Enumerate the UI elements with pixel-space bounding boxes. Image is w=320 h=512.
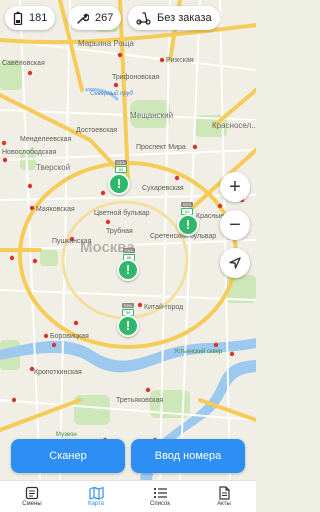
scooter-marker[interactable]: ! (117, 315, 139, 337)
map-label-ustinsky: Устьинский сквер (174, 349, 223, 355)
battery-icon (13, 11, 23, 25)
map-label-meshchansky: Мещанский (130, 111, 174, 120)
scooter-model-label: S30L (122, 303, 134, 308)
my-location-button[interactable] (220, 248, 250, 278)
map-label-sukharevskaya: Сухаревская (142, 185, 184, 192)
map-icon (88, 486, 104, 500)
order-status-label: Без заказа (157, 12, 212, 24)
nav-item-shifts[interactable]: Смены (0, 481, 64, 512)
scooter-model-label: S30L (123, 248, 135, 253)
list-icon (153, 487, 167, 499)
scooter-model-label: S30L (115, 160, 127, 165)
zoom-in-button[interactable]: + (220, 172, 250, 202)
alert-icon: ! (125, 318, 131, 333)
scooter-model-label: S30L (181, 202, 193, 207)
zoom-out-button[interactable]: − (220, 210, 250, 240)
navigation-arrow-icon (229, 257, 241, 269)
map-label-savyolovskaya: Савёловская (2, 60, 45, 67)
map-label-tsvetnoy-bulvar: Цветной бульвар (94, 210, 150, 217)
map-label-mayakovskaya: Маяковская (36, 206, 75, 213)
map-label-tverskoy: Тверской (36, 163, 71, 172)
map-view[interactable]: Марьина Роща Рижская Трифоновская Северн… (0, 0, 256, 480)
repair-count: 267 (95, 12, 114, 24)
map-label-tretyakovskaya: Третьяковская (116, 397, 164, 404)
scooter-tag: S30L 83 (115, 160, 127, 173)
map-label-kropotkinskaya: Кропоткинская (34, 369, 82, 376)
map-label-trubnaya: Трубная (106, 228, 133, 235)
scooter-marker[interactable]: ! (177, 214, 199, 236)
map-label-muzeon: Музеон (56, 432, 77, 438)
map-label-trifonovskaya: Трифоновская (112, 74, 160, 81)
scanner-button-label: Сканер (49, 450, 87, 462)
map-label-mendeleevskaya: Менделеевская (20, 136, 72, 143)
nav-item-acts[interactable]: Акты (192, 481, 256, 512)
minus-icon: − (229, 213, 241, 236)
alert-icon: ! (116, 176, 122, 191)
map-label-marina-roshcha: Марьина Роща (78, 39, 134, 48)
bottom-navigation: Смены Карта Список Акты (0, 480, 256, 512)
map-label-krasnoselsky: Красносел... (212, 121, 256, 130)
plus-icon: + (229, 175, 241, 198)
map-label-rizhskaya: Рижская (166, 57, 194, 64)
enter-number-button-label: Ввод номера (154, 450, 222, 462)
alert-icon: ! (125, 262, 131, 277)
enter-number-button[interactable]: Ввод номера (131, 439, 245, 473)
scooter-marker[interactable]: ! (108, 173, 130, 195)
battery-count: 181 (29, 12, 48, 24)
map-label-borovitskaya: Боровицкая (50, 333, 89, 340)
nav-label-map: Карта (87, 501, 105, 507)
wrench-icon (77, 12, 89, 24)
order-status-chip[interactable]: Без заказа (128, 6, 220, 30)
nav-label-acts: Акты (217, 501, 231, 507)
list-doc-icon (25, 486, 39, 500)
document-icon (218, 486, 230, 500)
nav-item-map[interactable]: Карта (64, 481, 128, 512)
nav-label-list: Список (150, 501, 170, 507)
scooter-charge-label: 83 (115, 166, 127, 173)
map-label-prospekt-mira: Проспект Мира (136, 144, 186, 151)
map-label-novoslobodskaya: Новослободская (2, 149, 57, 156)
map-label-severny-prud: Северный пруд (90, 91, 133, 97)
repair-count-chip[interactable]: 267 (68, 6, 122, 30)
scooter-icon (136, 11, 151, 25)
map-label-kitay-gorod: Китай-город (144, 304, 184, 311)
nav-item-list[interactable]: Список (128, 481, 192, 512)
nav-label-shifts: Смены (22, 501, 42, 507)
battery-count-chip[interactable]: 181 (5, 6, 56, 30)
map-label-dostoevskaya: Достоевская (76, 127, 118, 134)
scanner-button[interactable]: Сканер (11, 439, 125, 473)
scooter-marker[interactable]: ! (117, 259, 139, 281)
alert-icon: ! (185, 217, 191, 232)
